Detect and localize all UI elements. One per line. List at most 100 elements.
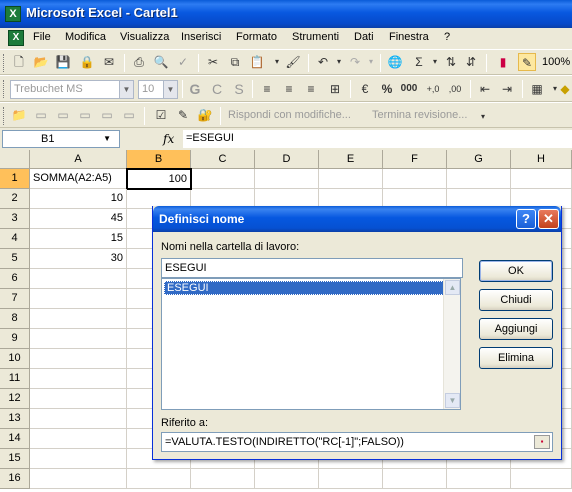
zoom-value[interactable]: 100% <box>542 56 570 68</box>
cell-a2[interactable]: 10 <box>30 189 127 209</box>
checkbox-icon[interactable]: ☑ <box>152 106 170 124</box>
sort-descending-icon[interactable]: ⇵ <box>462 53 480 71</box>
menu-dati[interactable]: Dati <box>354 31 374 43</box>
grid-cell[interactable] <box>191 169 255 189</box>
grid-cell[interactable] <box>447 469 511 489</box>
grid-cell[interactable] <box>30 369 127 389</box>
grid-cell[interactable] <box>127 469 191 489</box>
grid-cell[interactable] <box>30 329 127 349</box>
row-header[interactable]: 1 <box>0 169 30 189</box>
row-header[interactable]: 6 <box>0 269 30 289</box>
cut-icon[interactable]: ✂ <box>204 53 222 71</box>
grid-cell[interactable] <box>255 169 319 189</box>
column-header-h[interactable]: H <box>511 150 572 169</box>
row-header[interactable]: 15 <box>0 449 30 469</box>
compare-icon[interactable]: ▭ <box>120 106 138 124</box>
column-header-c[interactable]: C <box>191 150 255 169</box>
grid-cell[interactable] <box>511 469 572 489</box>
column-header-g[interactable]: G <box>447 150 511 169</box>
grid-cell[interactable] <box>30 289 127 309</box>
sort-ascending-icon[interactable]: ⇅ <box>442 53 460 71</box>
grid-cell[interactable] <box>319 469 383 489</box>
list-item[interactable]: ESEGUI <box>164 281 444 295</box>
row-header[interactable]: 2 <box>0 189 30 209</box>
chevron-down-icon[interactable]: ▼ <box>163 81 177 98</box>
grid-cell[interactable] <box>447 169 511 189</box>
formula-input[interactable]: =ESEGUI <box>183 130 572 148</box>
names-list-scrollbar[interactable]: ▲ ▼ <box>443 279 460 409</box>
grid-cell[interactable] <box>30 309 127 329</box>
row-header[interactable]: 16 <box>0 469 30 489</box>
print-preview-icon[interactable]: 🔍 <box>152 53 170 71</box>
menu-finestra[interactable]: Finestra <box>389 31 429 43</box>
menu-inserisci[interactable]: Inserisci <box>181 31 221 43</box>
permission-icon[interactable]: 🔒 <box>78 53 96 71</box>
align-left-icon[interactable]: ≡ <box>258 80 276 98</box>
grid-cell[interactable] <box>30 389 127 409</box>
column-header-d[interactable]: D <box>255 150 319 169</box>
decrease-indent-icon[interactable]: ⇤ <box>476 80 494 98</box>
row-header[interactable]: 7 <box>0 289 30 309</box>
select-all-corner[interactable] <box>0 150 30 169</box>
row-header[interactable]: 8 <box>0 309 30 329</box>
names-list[interactable]: ESEGUI ▲ ▼ <box>161 278 461 410</box>
end-review-button[interactable]: Termina revisione... <box>372 109 467 121</box>
close-icon[interactable]: ✕ <box>538 209 559 229</box>
hyperlink-icon[interactable]: 🌐 <box>386 53 404 71</box>
close-button[interactable]: Chiudi <box>479 289 553 311</box>
merge-center-icon[interactable]: ⊞ <box>326 80 344 98</box>
chart-wizard-icon[interactable]: ▮ <box>494 53 512 71</box>
track-changes-icon[interactable]: ✎ <box>174 106 192 124</box>
row-header[interactable]: 9 <box>0 329 30 349</box>
row-header[interactable]: 14 <box>0 429 30 449</box>
grid-cell[interactable] <box>383 469 447 489</box>
increase-indent-icon[interactable]: ⇥ <box>498 80 516 98</box>
grid-cell[interactable] <box>511 169 572 189</box>
toolbar-options-icon[interactable]: ▾ <box>474 108 492 126</box>
grid-cell[interactable] <box>30 469 127 489</box>
compare-icon[interactable]: ▭ <box>76 106 94 124</box>
compare-icon[interactable]: ▭ <box>32 106 50 124</box>
protect-icon[interactable]: 🔐 <box>196 106 214 124</box>
chevron-down-icon[interactable]: ▼ <box>119 81 133 98</box>
redo-dropdown-icon[interactable]: ▾ <box>362 53 380 71</box>
cell-a5[interactable]: 30 <box>30 249 127 269</box>
grid-cell[interactable] <box>30 349 127 369</box>
spelling-icon[interactable]: ✓ <box>174 53 192 71</box>
grid-cell[interactable] <box>30 449 127 469</box>
paste-icon[interactable]: 📋 <box>248 53 266 71</box>
grid-cell[interactable] <box>30 409 127 429</box>
format-painter-icon[interactable]: 🖌 <box>284 53 302 71</box>
collapse-dialog-icon[interactable]: ▪ <box>534 435 550 449</box>
font-name-combo[interactable]: Trebuchet MS ▼ <box>10 80 134 99</box>
ref-input[interactable]: =VALUTA.TESTO(INDIRETTO("RC[-1]";FALSO))… <box>161 432 553 452</box>
name-box[interactable]: B1 ▼ <box>2 130 120 148</box>
save-icon[interactable]: 💾 <box>54 53 72 71</box>
align-right-icon[interactable]: ≡ <box>302 80 320 98</box>
font-size-combo[interactable]: 10 ▼ <box>138 80 178 99</box>
cell-a4[interactable]: 15 <box>30 229 127 249</box>
compare-icon[interactable]: ▭ <box>98 106 116 124</box>
column-header-b[interactable]: B <box>127 150 191 169</box>
borders-icon[interactable]: ▦ <box>528 80 546 98</box>
italic-button[interactable]: C <box>208 80 226 98</box>
drawing-icon[interactable]: ✎ <box>518 53 536 71</box>
cell-a1[interactable]: SOMMA(A2:A5) <box>30 169 127 189</box>
open-icon[interactable]: 📂 <box>32 53 50 71</box>
menu-file[interactable]: File <box>33 31 51 43</box>
underline-button[interactable]: S <box>230 80 248 98</box>
email-icon[interactable]: ✉ <box>100 53 118 71</box>
fill-color-icon[interactable]: ◆ <box>556 80 572 98</box>
grid-cell[interactable] <box>255 469 319 489</box>
row-header[interactable]: 10 <box>0 349 30 369</box>
help-icon[interactable]: ? <box>516 209 536 229</box>
grid-cell[interactable] <box>319 169 383 189</box>
increase-decimal-icon[interactable]: +,0 <box>424 80 442 98</box>
name-input[interactable]: ESEGUI <box>161 258 463 278</box>
decrease-decimal-icon[interactable]: ,00 <box>446 80 464 98</box>
add-button[interactable]: Aggiungi <box>479 318 553 340</box>
menu-help[interactable]: ? <box>444 31 450 43</box>
chevron-down-icon[interactable]: ▼ <box>103 134 111 143</box>
percent-button[interactable]: % <box>378 80 396 98</box>
new-icon[interactable]: 🗋 <box>10 53 28 71</box>
